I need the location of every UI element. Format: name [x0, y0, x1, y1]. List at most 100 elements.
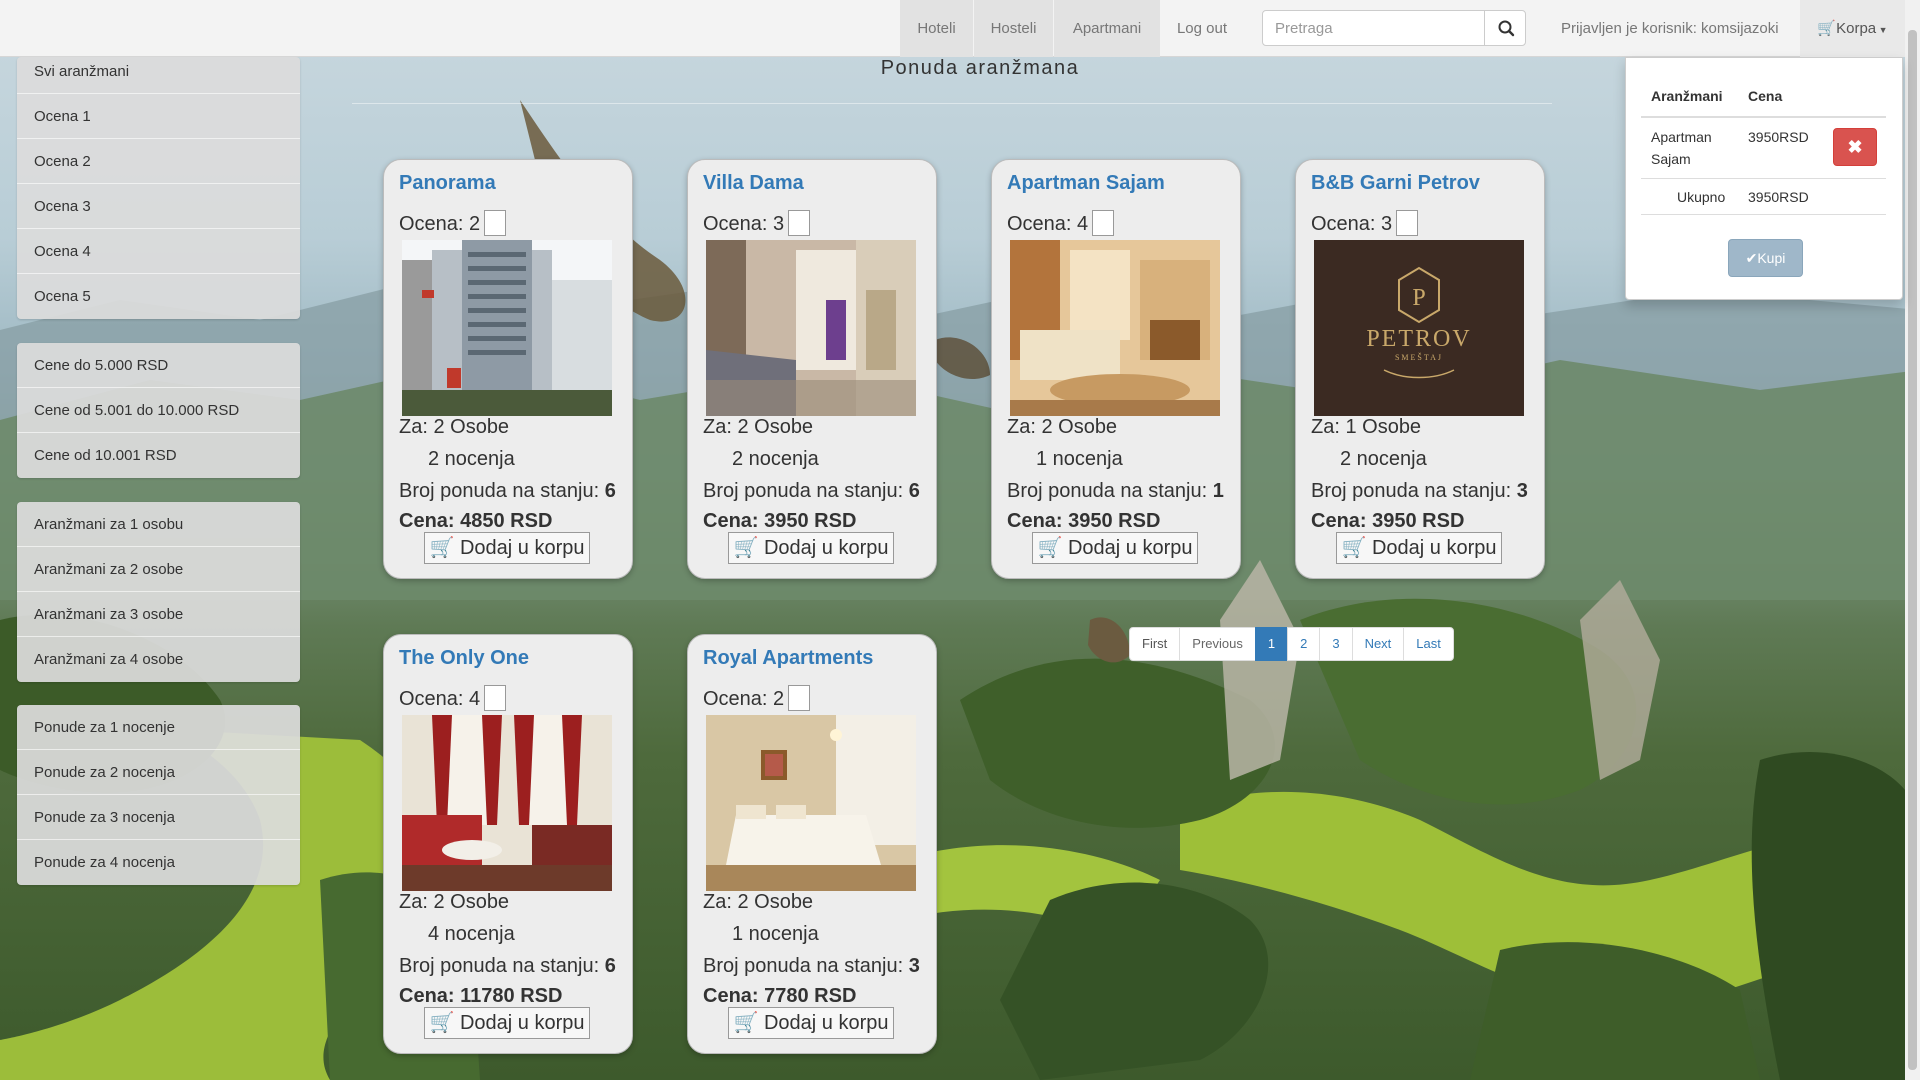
offer-rating: Ocena: 3	[1311, 209, 1419, 236]
offer-name[interactable]: Apartman Sajam	[1007, 172, 1165, 195]
filter-all[interactable]: Svi aranžmani	[17, 57, 300, 94]
offer-name[interactable]: B&B Garni Petrov	[1311, 172, 1480, 195]
offer-stock: Broj ponuda na stanju: 3	[1311, 480, 1528, 502]
cart-icon: 🛒	[733, 537, 759, 559]
cart-dropdown-toggle[interactable]: 🛒Korpa ▼	[1800, 0, 1905, 57]
page-next[interactable]: Next	[1351, 627, 1405, 661]
offer-name[interactable]: The Only One	[399, 647, 529, 670]
offer-price: Cena: 3950 RSD	[703, 510, 857, 532]
cart-icon: 🛒	[733, 1012, 759, 1034]
filter-nights-2[interactable]: Ponude za 2 nocenja	[17, 750, 300, 795]
offer-name[interactable]: Royal Apartments	[703, 647, 873, 670]
rating-checkbox[interactable]	[1396, 209, 1419, 236]
filter-persons-4[interactable]: Aranžmani za 4 osobe	[17, 637, 300, 682]
add-to-cart-button[interactable]: 🛒 Dodaj u korpu	[1336, 532, 1502, 564]
filter-price-mid[interactable]: Cene od 5.001 do 10.000 RSD	[17, 388, 300, 433]
cart-col-price: Cena	[1748, 88, 1783, 104]
rating-checkbox[interactable]	[484, 209, 507, 236]
add-to-cart-button[interactable]: 🛒 Dodaj u korpu	[1032, 532, 1198, 564]
offer-rating: Ocena: 3	[703, 209, 811, 236]
offer-name[interactable]: Villa Dama	[703, 172, 804, 195]
offer-rating: Ocena: 4	[399, 684, 507, 711]
tab-hosteli[interactable]: Hosteli	[974, 0, 1053, 57]
offer-card: Apartman Sajam Ocena: 4 Za: 2 Osobe 1 no…	[991, 159, 1241, 579]
filter-rating-4[interactable]: Ocena 4	[17, 229, 300, 274]
offer-name[interactable]: Panorama	[399, 172, 496, 195]
filter-rating-2[interactable]: Ocena 2	[17, 139, 300, 184]
cart-icon: 🛒	[429, 537, 455, 559]
cart-total-divider	[1641, 214, 1886, 215]
cart-col-item: Aranžmani	[1651, 88, 1723, 104]
page-previous[interactable]: Previous	[1179, 627, 1256, 661]
filter-nights-3[interactable]: Ponude za 3 nocenja	[17, 795, 300, 840]
offer-stock: Broj ponuda na stanju: 6	[399, 955, 616, 977]
offer-price: Cena: 3950 RSD	[1311, 510, 1465, 532]
rating-checkbox[interactable]	[788, 684, 811, 711]
rating-checkbox[interactable]	[484, 684, 507, 711]
offer-nights: 2 nocenja	[732, 448, 819, 470]
offer-stock: Broj ponuda na stanju: 1	[1007, 480, 1224, 502]
tab-apartmani[interactable]: Apartmani	[1054, 0, 1160, 57]
price-filter-group: Cene do 5.000 RSD Cene od 5.001 do 10.00…	[17, 343, 300, 478]
logo-text: PETROV	[1366, 326, 1471, 352]
add-to-cart-button[interactable]: 🛒 Dodaj u korpu	[728, 532, 894, 564]
filter-rating-5[interactable]: Ocena 5	[17, 274, 300, 319]
logout-link[interactable]: Log out	[1162, 0, 1242, 57]
page-2[interactable]: 2	[1287, 627, 1321, 661]
logo-subtext: SMEŠTAJ	[1395, 353, 1443, 362]
offer-rating: Ocena: 2	[399, 209, 507, 236]
living-room-photo	[1010, 240, 1220, 416]
offer-nights: 2 nocenja	[1340, 448, 1427, 470]
filter-persons-3[interactable]: Aranžmani za 3 osobe	[17, 592, 300, 637]
add-to-cart-button[interactable]: 🛒 Dodaj u korpu	[424, 532, 590, 564]
page-1[interactable]: 1	[1254, 627, 1289, 661]
offer-nights: 4 nocenja	[428, 923, 515, 945]
bedroom-red-curtains-photo	[402, 715, 612, 891]
search-input[interactable]	[1262, 10, 1485, 46]
cart-row-divider	[1641, 178, 1886, 179]
search-icon	[1498, 20, 1515, 37]
offer-price: Cena: 7780 RSD	[703, 985, 857, 1007]
add-to-cart-button[interactable]: 🛒 Dodaj u korpu	[728, 1007, 894, 1039]
page-scrollbar[interactable]	[1905, 0, 1920, 1080]
bedroom-photo	[706, 715, 916, 891]
petrov-logo: P PETROV SMEŠTAJ	[1314, 240, 1524, 416]
cart-label: Korpa	[1836, 20, 1877, 37]
filter-persons-2[interactable]: Aranžmani za 2 osobe	[17, 547, 300, 592]
offer-persons: Za: 2 Osobe	[399, 416, 510, 438]
logo-letter: P	[1412, 285, 1425, 311]
remove-item-button[interactable]: ✖	[1833, 128, 1877, 166]
apartment-interior-photo	[706, 240, 916, 416]
cart-icon: 🛒	[1817, 20, 1837, 37]
page-last[interactable]: Last	[1403, 627, 1454, 661]
page-first[interactable]: First	[1129, 627, 1181, 661]
filter-price-high[interactable]: Cene od 10.001 RSD	[17, 433, 300, 478]
pagination: First Previous 1 2 3 Next Last	[1129, 627, 1454, 661]
cart-icon: 🛒	[1341, 537, 1367, 559]
rating-checkbox[interactable]	[788, 209, 811, 236]
offer-card: B&B Garni Petrov Ocena: 3 P PETROV SMEŠT…	[1295, 159, 1545, 579]
filter-nights-4[interactable]: Ponude za 4 nocenja	[17, 840, 300, 885]
filter-price-low[interactable]: Cene do 5.000 RSD	[17, 343, 300, 388]
page-3[interactable]: 3	[1319, 627, 1353, 661]
cart-item-price: 3950RSD	[1748, 129, 1809, 145]
filter-persons-1[interactable]: Aranžmani za 1 osobu	[17, 502, 300, 547]
search-button[interactable]	[1484, 10, 1526, 46]
filter-nights-1[interactable]: Ponude za 1 nocenje	[17, 705, 300, 750]
offer-nights: 2 nocenja	[428, 448, 515, 470]
rating-checkbox[interactable]	[1092, 209, 1115, 236]
offer-nights: 1 nocenja	[1036, 448, 1123, 470]
tab-hoteli[interactable]: Hoteli	[900, 0, 973, 57]
hotel-building-photo	[402, 240, 612, 416]
offer-price: Cena: 4850 RSD	[399, 510, 553, 532]
offer-stock: Broj ponuda na stanju: 6	[703, 480, 920, 502]
offer-price: Cena: 11780 RSD	[399, 985, 563, 1007]
add-to-cart-button[interactable]: 🛒 Dodaj u korpu	[424, 1007, 590, 1039]
filter-rating-3[interactable]: Ocena 3	[17, 184, 300, 229]
offer-stock: Broj ponuda na stanju: 6	[399, 480, 616, 502]
page-title: Ponuda aranžmana	[880, 57, 1080, 79]
buy-button[interactable]: ✔Kupi	[1728, 239, 1803, 277]
offer-nights: 1 nocenja	[732, 923, 819, 945]
rating-filter-group: Svi aranžmani Ocena 1 Ocena 2 Ocena 3 Oc…	[17, 57, 300, 319]
filter-rating-1[interactable]: Ocena 1	[17, 94, 300, 139]
